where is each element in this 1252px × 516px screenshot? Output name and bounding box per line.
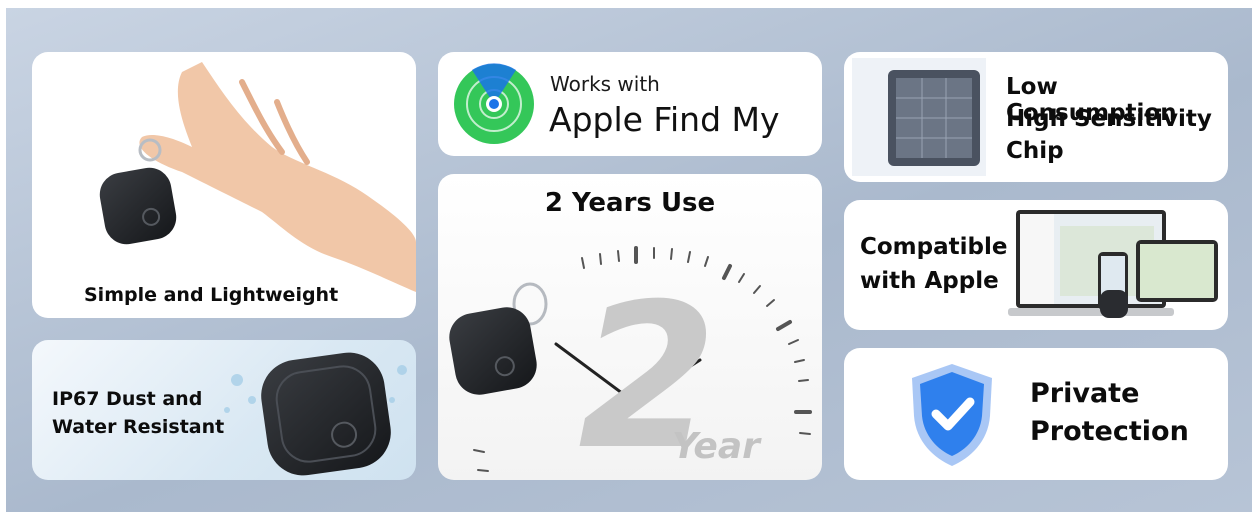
findmy-icon <box>454 63 534 144</box>
compatible-line2: with Apple <box>860 268 999 294</box>
privacy-card: Private Protection <box>844 348 1228 480</box>
compatible-card: Compatible with Apple <box>844 200 1228 330</box>
feature-banner: Simple and Lightweight IP67 Dust and Wat… <box>6 8 1252 512</box>
simple-lightweight-label: Simple and Lightweight <box>84 284 339 306</box>
waterproof-line2: Water Resistant <box>52 416 225 438</box>
year-word: Year <box>672 426 760 467</box>
tracker-tag <box>445 303 541 399</box>
chip-line3: Chip <box>1006 138 1064 164</box>
shield-check-icon <box>912 364 992 466</box>
waterproof-line1: IP67 Dust and <box>52 388 203 410</box>
tracker-tag <box>96 164 180 248</box>
apple-devices-illustration <box>1008 210 1218 318</box>
findmy-card: Works with Apple Find My <box>438 52 822 156</box>
chip-line2: High Sensitivity <box>1006 106 1212 132</box>
privacy-line1: Private <box>1030 378 1140 409</box>
wet-tracker-tag <box>256 347 396 480</box>
waterproof-card: IP67 Dust and Water Resistant <box>32 340 416 480</box>
apple-findmy-label: Apple Find My <box>549 100 780 139</box>
chip-icon <box>852 58 986 176</box>
simple-lightweight-card: Simple and Lightweight <box>32 52 416 318</box>
works-with-label: Works with <box>550 72 660 96</box>
tag-button <box>493 354 517 378</box>
hand-illustration <box>138 62 416 292</box>
privacy-line2: Protection <box>1030 416 1189 447</box>
tag-inner-ring <box>272 361 380 467</box>
two-years-card: 2 Years Use 2 Year <box>438 174 822 480</box>
tag-button <box>140 206 162 228</box>
compatible-line1: Compatible <box>860 234 1008 260</box>
chip-card: Low Consumption High Sensitivity Chip <box>844 52 1228 182</box>
